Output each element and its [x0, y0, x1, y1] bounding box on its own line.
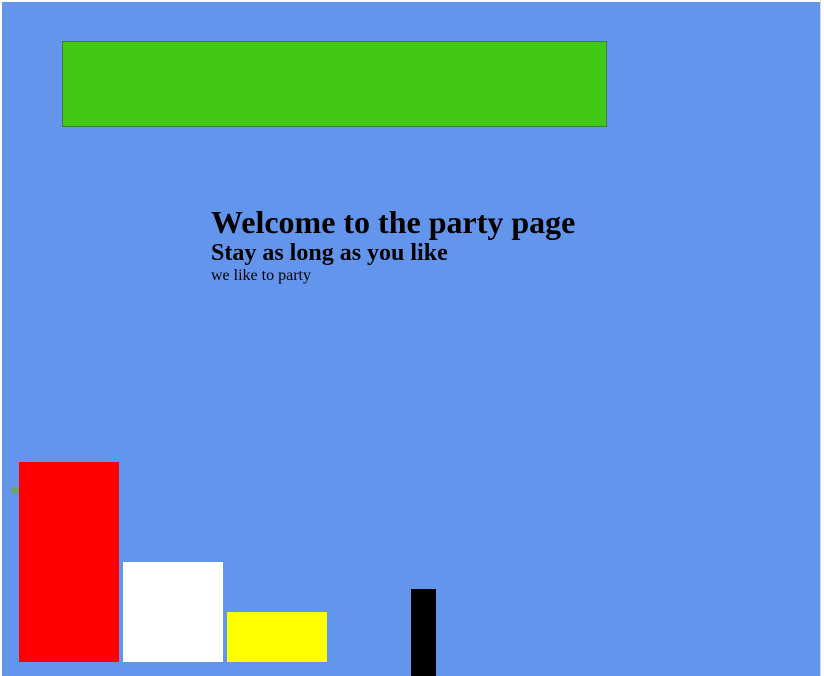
white-block [123, 562, 223, 662]
window-right-edge [820, 0, 824, 676]
black-bar [411, 589, 436, 676]
green-banner [62, 41, 607, 127]
small-green-dot [11, 486, 19, 494]
red-block [19, 462, 119, 662]
page-subtitle: Stay as long as you like [211, 240, 448, 266]
page-title: Welcome to the party page [211, 204, 576, 240]
yellow-block [227, 612, 327, 662]
page-background: Welcome to the party page Stay as long a… [2, 2, 820, 676]
tagline-text: we like to party [211, 267, 311, 284]
